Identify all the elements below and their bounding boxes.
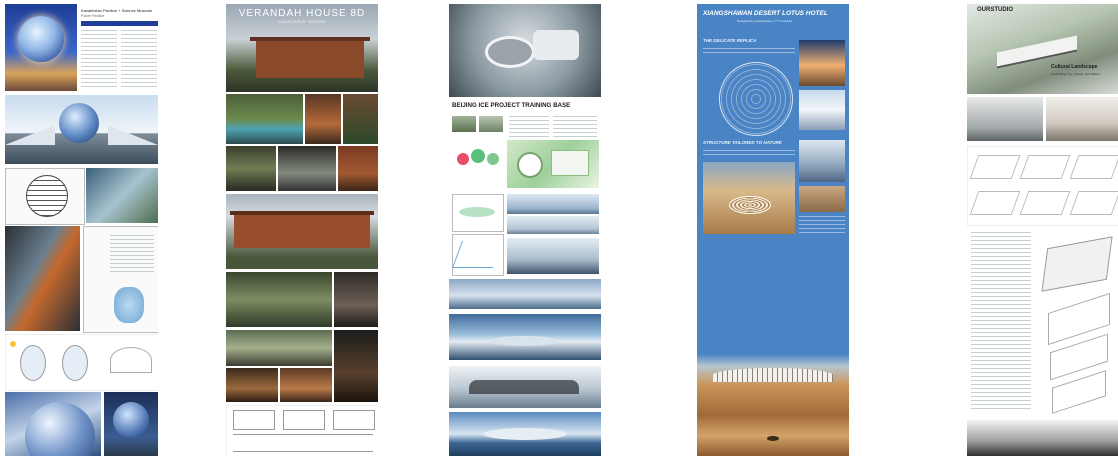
board-ourstudio[interactable]: OURSTUDIO Cultural Landscape Connecting … xyxy=(967,4,1118,456)
board-title: BEIJING ICE PROJECT TRAINING BASE xyxy=(452,102,571,109)
aerial-hero-image xyxy=(449,4,601,97)
veranda-image-3 xyxy=(338,146,378,191)
plan-drawings xyxy=(226,405,378,456)
masterplan-image xyxy=(507,140,599,188)
desert-aerial-render xyxy=(703,162,795,234)
elevation-photo xyxy=(226,194,378,269)
interior-image-4 xyxy=(280,368,332,402)
render-image-2 xyxy=(1046,97,1118,141)
interior-atrium-image xyxy=(86,168,158,223)
section-render-1 xyxy=(507,194,599,214)
diagram-small xyxy=(452,194,504,232)
veranda-image-1 xyxy=(226,146,276,191)
garden-image xyxy=(226,272,332,327)
structure-photo-2 xyxy=(799,186,845,212)
panorama-4 xyxy=(449,412,601,456)
section-render-3 xyxy=(507,238,599,274)
panorama-2 xyxy=(449,314,601,360)
board-subtitle: Future Pavilion xyxy=(81,14,105,18)
aerial-landscape-image xyxy=(967,4,1118,94)
body-text-block xyxy=(81,30,117,88)
terrace-image xyxy=(226,330,332,366)
exploded-axonometric xyxy=(1033,232,1118,418)
board-beijing-ice[interactable]: BEIJING ICE PROJECT TRAINING BASE xyxy=(449,4,601,456)
pool-image xyxy=(226,94,303,144)
board-title: VERANDAH HOUSE 8D xyxy=(238,8,366,19)
section-1-text xyxy=(703,48,795,56)
concept-bubbles xyxy=(452,138,506,192)
structure-diagram xyxy=(83,226,158,333)
board-subtitle: Designed by Headquarters, YYYY-HHHH xyxy=(737,19,792,23)
sphere-night-image xyxy=(104,392,158,456)
lotus-render-2 xyxy=(799,90,845,130)
sphere-closeup-image xyxy=(5,392,101,456)
panorama-3 xyxy=(449,366,601,408)
board-subtitle: KUALA LUMPUR · MALAYSIA xyxy=(278,20,326,24)
board-kazakhstan-pavilion[interactable]: Kazakhstan Pavilion + Science Museum Fut… xyxy=(5,4,158,456)
landscape-tagline: Connecting City, Culture, and Nature xyxy=(1051,72,1100,76)
board-desert-lotus-hotel[interactable]: XIANGSHAWAN DESERT LOTUS HOTEL Designed … xyxy=(697,4,849,456)
structure-photo-1 xyxy=(799,140,845,182)
section-strip-image xyxy=(967,420,1118,456)
site-photo-1 xyxy=(452,116,476,132)
interior-image-1 xyxy=(305,94,341,144)
section-render-2 xyxy=(507,216,599,234)
sunset-render xyxy=(799,40,845,86)
lotus-plan-drawing xyxy=(719,62,793,136)
banner-bar: ... xyxy=(81,21,158,35)
body-text-block-2 xyxy=(121,30,157,88)
sphere-hero-image xyxy=(5,4,77,91)
interior-image-3 xyxy=(226,368,278,402)
design-narrative-text xyxy=(971,232,1031,412)
pavilion-exterior-image xyxy=(5,95,158,164)
board-title: Kazakhstan Pavilion + Science Museum xyxy=(81,8,153,13)
site-photo-2 xyxy=(479,116,503,132)
intro-text-2 xyxy=(553,116,597,140)
veranda-image-2 xyxy=(278,146,336,191)
site-diagrams xyxy=(967,146,1118,226)
board-verandah-house[interactable]: VERANDAH HOUSE 8D KUALA LUMPUR · MALAYSI… xyxy=(226,4,378,456)
facade-detail-image xyxy=(5,226,80,331)
render-image-1 xyxy=(967,97,1043,141)
structure-drawing xyxy=(452,234,504,276)
night-image xyxy=(334,330,378,402)
concept-diagrams xyxy=(5,334,158,391)
board-title: OURSTUDIO xyxy=(977,7,1013,13)
landscape-heading: Cultural Landscape xyxy=(1051,64,1098,70)
section-heading-1: THE DELICATE REPLICA xyxy=(703,38,757,43)
stair-image xyxy=(334,272,378,327)
section-drawing xyxy=(5,168,85,225)
section-heading-2: STRUCTURE TAILORED TO NATURE xyxy=(703,140,782,145)
side-notes xyxy=(799,216,845,236)
interior-image-2 xyxy=(343,94,378,144)
section-2-text xyxy=(703,150,795,158)
desert-panorama xyxy=(697,354,849,456)
panorama-1 xyxy=(449,279,601,309)
board-title: XIANGSHAWAN DESERT LOTUS HOTEL xyxy=(703,10,828,17)
